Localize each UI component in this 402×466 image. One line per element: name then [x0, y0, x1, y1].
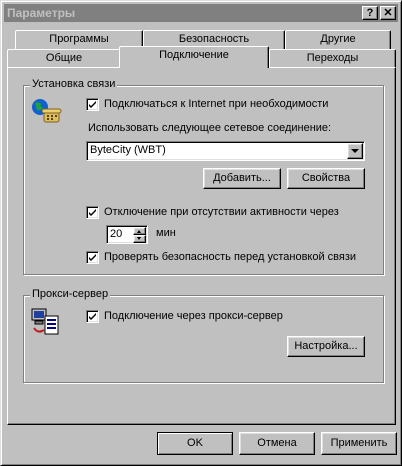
use-proxy-checkbox[interactable] [86, 310, 99, 323]
minutes-unit-label: мин [156, 227, 176, 239]
use-connection-label: Использовать следующее сетевое соединени… [88, 122, 332, 134]
apply-button[interactable]: Применить [321, 432, 397, 455]
connection-properties-button[interactable]: Свойства [287, 168, 365, 189]
group-title-proxy: Прокси-сервер [30, 288, 111, 300]
idle-disconnect-checkbox[interactable] [86, 206, 99, 219]
tab-label: Подключение [159, 49, 229, 61]
spin-down-button[interactable] [133, 235, 146, 243]
use-proxy-label[interactable]: Подключение через прокси-сервер [104, 310, 283, 322]
idle-minutes-spinner[interactable]: 20 [106, 225, 148, 244]
connection-tab-panel: Установка связи Подключаться к Internet … [7, 67, 396, 425]
tab-general[interactable]: Общие [7, 49, 121, 68]
tab-label: Программы [49, 33, 109, 45]
auto-connect-label[interactable]: Подключаться к Internet при необходимост… [104, 98, 328, 110]
title-bar[interactable]: Параметры ? ✕ [4, 4, 398, 22]
cancel-button[interactable]: Отмена [239, 432, 315, 455]
group-title-connection: Установка связи [30, 78, 118, 90]
idle-disconnect-label[interactable]: Отключение при отсутствии активности чер… [104, 206, 339, 218]
arrow-up-icon [137, 230, 141, 233]
auto-connect-checkbox[interactable] [86, 98, 99, 111]
proxy-server-icon [30, 306, 62, 338]
dropdown-button[interactable] [347, 143, 363, 159]
tab-navigation[interactable]: Переходы [269, 49, 396, 68]
close-icon: ✕ [383, 7, 393, 19]
tab-connection[interactable]: Подключение [119, 46, 269, 68]
checkmark-icon [89, 101, 96, 108]
chevron-down-icon [351, 149, 359, 153]
security-check-label[interactable]: Проверять безопасность перед установкой … [104, 251, 356, 263]
checkmark-icon [89, 209, 96, 216]
checkmark-icon [89, 254, 96, 261]
connection-group: Установка связи Подключаться к Internet … [23, 78, 384, 275]
security-check-checkbox[interactable] [86, 251, 99, 264]
arrow-down-icon [137, 237, 141, 240]
options-dialog: Параметры ? ✕ Программы Безопасность Дру… [0, 0, 402, 466]
tab-label: Общие [45, 52, 83, 64]
help-button[interactable]: ? [362, 6, 378, 20]
tab-label: Другие [320, 33, 356, 45]
help-icon: ? [366, 7, 374, 19]
proxy-group: Прокси-сервер Подключение через прокси-с… [23, 288, 384, 383]
proxy-settings-button[interactable]: Настройка... [287, 336, 365, 357]
connection-select-value: ByteCity (WBT) [90, 144, 166, 156]
tab-label: Безопасность [178, 33, 250, 45]
tab-label: Переходы [306, 52, 359, 64]
ok-button[interactable]: OK [157, 432, 233, 455]
checkmark-icon [89, 313, 96, 320]
spin-up-button[interactable] [133, 227, 146, 235]
dial-up-globe-icon [30, 96, 62, 128]
connection-select[interactable]: ByteCity (WBT) [86, 141, 365, 161]
idle-minutes-value[interactable]: 20 [110, 228, 122, 240]
tab-other[interactable]: Другие [285, 30, 391, 49]
close-button[interactable]: ✕ [380, 6, 396, 20]
window-title: Параметры [7, 6, 76, 20]
add-connection-button[interactable]: Добавить... [203, 168, 281, 189]
